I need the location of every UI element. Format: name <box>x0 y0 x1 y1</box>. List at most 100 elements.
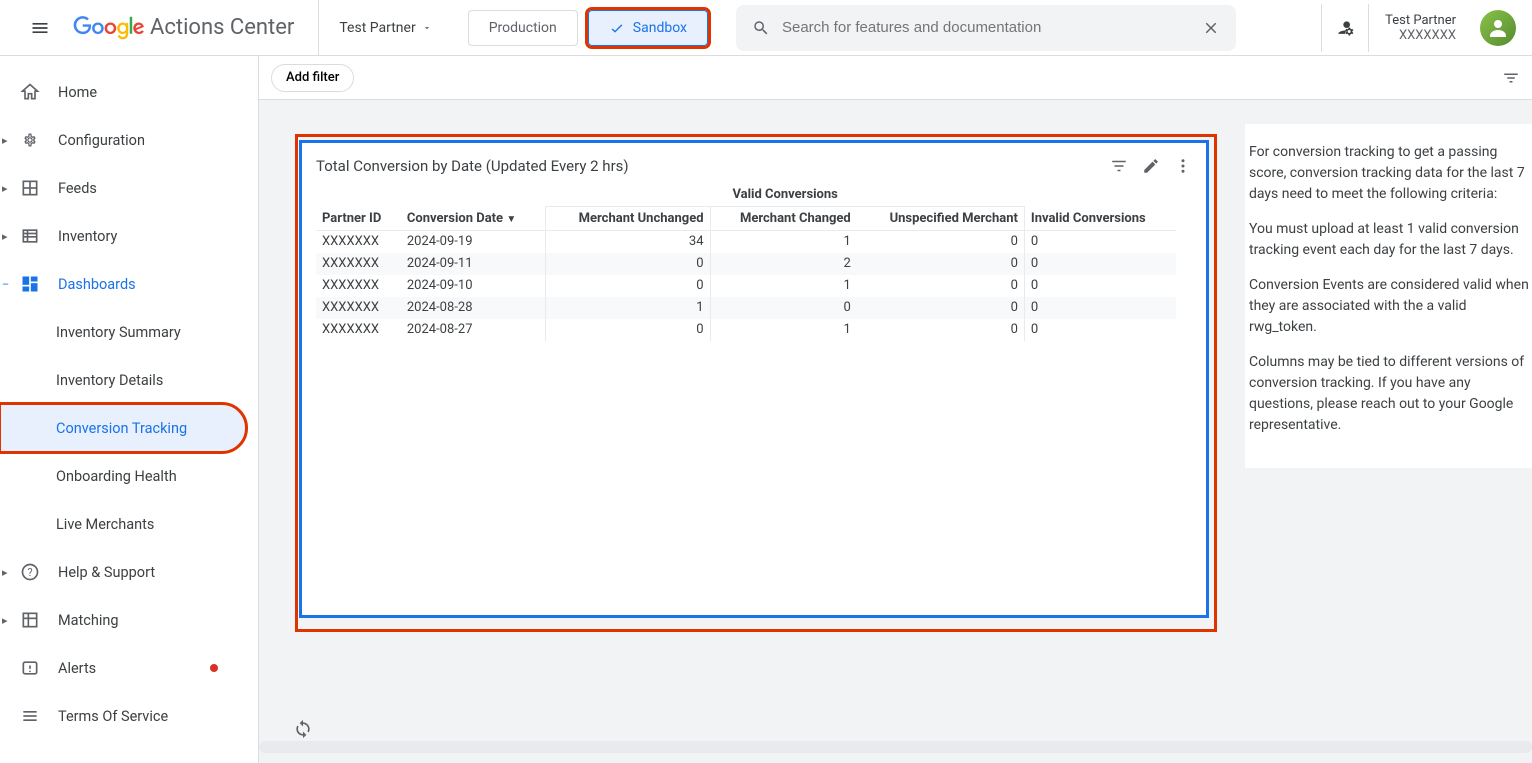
cell-changed: 1 <box>710 275 857 297</box>
hamburger-icon <box>30 18 50 38</box>
cell-unspecified: 0 <box>857 297 1025 319</box>
cell-partner-id: XXXXXXX <box>316 319 401 341</box>
table-row[interactable]: XXXXXXX2024-09-100100 <box>316 275 1176 297</box>
cell-date: 2024-08-28 <box>401 297 546 319</box>
info-text: Conversion Events are considered valid w… <box>1249 275 1532 338</box>
sidebar-item-configuration[interactable]: ▸ Configuration <box>0 116 258 164</box>
chevron-down-icon <box>422 23 432 33</box>
cell-changed: 1 <box>710 231 857 253</box>
svg-text:?: ? <box>27 566 32 579</box>
alert-indicator-dot <box>210 664 218 672</box>
avatar[interactable] <box>1480 10 1516 46</box>
add-filter-button[interactable]: Add filter <box>271 64 354 92</box>
sidebar-item-inventory[interactable]: ▸ Inventory <box>0 212 258 260</box>
sidebar-item-label: Inventory <box>58 228 117 245</box>
sidebar-subitem-inventory-details[interactable]: Inventory Details <box>0 356 258 404</box>
partner-dropdown[interactable]: Test Partner <box>318 0 451 55</box>
column-merchant-changed[interactable]: Merchant Changed <box>710 207 857 231</box>
cell-invalid: 0 <box>1024 275 1176 297</box>
clear-icon[interactable] <box>1202 19 1220 37</box>
menu-button[interactable] <box>16 4 64 52</box>
sidebar-item-tos[interactable]: Terms Of Service <box>0 692 258 740</box>
main-content: Add filter Total Conversion by Date (Upd… <box>258 56 1532 763</box>
filter-list-icon[interactable] <box>1502 69 1520 87</box>
expand-icon: ▸ <box>2 230 18 243</box>
cell-changed: 2 <box>710 253 857 275</box>
table-row[interactable]: XXXXXXX2024-09-110200 <box>316 253 1176 275</box>
sidebar-subitem-onboarding-health[interactable]: Onboarding Health <box>0 452 258 500</box>
sidebar-item-feeds[interactable]: ▸ Feeds <box>0 164 258 212</box>
gear-icon <box>20 130 40 150</box>
sidebar-item-dashboards[interactable]: – Dashboards <box>0 260 258 308</box>
sidebar-item-label: Dashboards <box>58 276 136 293</box>
cell-partner-id: XXXXXXX <box>316 253 401 275</box>
google-logo-icon <box>72 16 146 40</box>
sandbox-button[interactable]: Sandbox <box>588 10 708 46</box>
manage-accounts-icon <box>1335 18 1355 38</box>
search-bar[interactable] <box>736 5 1236 51</box>
environment-switcher: Production Sandbox <box>468 10 708 46</box>
more-vert-icon[interactable] <box>1174 157 1192 175</box>
reload-icon[interactable] <box>293 719 313 739</box>
edit-icon[interactable] <box>1142 157 1160 175</box>
search-icon <box>752 19 770 37</box>
cell-partner-id: XXXXXXX <box>316 297 401 319</box>
filter-icon[interactable] <box>1110 157 1128 175</box>
table-row[interactable]: XXXXXXX2024-08-270100 <box>316 319 1176 341</box>
cell-unchanged: 0 <box>546 319 710 341</box>
product-name: Actions Center <box>150 15 294 40</box>
sidebar-item-label: Terms Of Service <box>58 708 168 725</box>
dashboard-icon <box>20 274 40 294</box>
cell-date: 2024-09-10 <box>401 275 546 297</box>
column-unspecified-merchant[interactable]: Unspecified Merchant <box>857 207 1025 231</box>
cell-invalid: 0 <box>1024 253 1176 275</box>
sidebar-item-matching[interactable]: ▸ Matching <box>0 596 258 644</box>
sidebar-item-label: Feeds <box>58 180 97 197</box>
account-name: Test Partner <box>1385 13 1456 28</box>
column-invalid-conversions[interactable]: Invalid Conversions <box>1024 207 1176 231</box>
collapse-icon: – <box>2 278 18 291</box>
cell-unspecified: 0 <box>857 275 1025 297</box>
table-row[interactable]: XXXXXXX2024-08-281000 <box>316 297 1176 319</box>
sort-desc-icon: ▼ <box>506 214 516 225</box>
manage-users-button[interactable] <box>1321 4 1369 52</box>
inventory-icon <box>20 226 40 246</box>
search-input[interactable] <box>782 19 1190 36</box>
cell-unspecified: 0 <box>857 231 1025 253</box>
account-info: Test Partner XXXXXXX <box>1385 13 1464 43</box>
cell-unchanged: 0 <box>546 253 710 275</box>
expand-icon: ▸ <box>2 134 18 147</box>
sidebar-subitem-inventory-summary[interactable]: Inventory Summary <box>0 308 258 356</box>
cell-date: 2024-09-19 <box>401 231 546 253</box>
account-sub: XXXXXXX <box>1399 28 1456 43</box>
table-row[interactable]: XXXXXXX2024-09-1934100 <box>316 231 1176 253</box>
column-group-valid: Valid Conversions <box>546 183 1024 207</box>
sidebar-subitem-live-merchants[interactable]: Live Merchants <box>0 500 258 548</box>
person-icon <box>1486 16 1510 40</box>
sidebar-item-home[interactable]: Home <box>0 68 258 116</box>
chart-panel: Total Conversion by Date (Updated Every … <box>299 140 1209 618</box>
sidebar-item-alerts[interactable]: Alerts <box>0 644 258 692</box>
sidebar-item-label: Configuration <box>58 132 145 149</box>
cell-invalid: 0 <box>1024 231 1176 253</box>
header: Actions Center Test Partner Production S… <box>0 0 1532 56</box>
grid-icon <box>20 178 40 198</box>
home-icon <box>20 82 40 102</box>
column-conversion-date[interactable]: Conversion Date ▼ <box>401 207 546 231</box>
sidebar-subitem-conversion-tracking[interactable]: Conversion Tracking <box>0 404 246 452</box>
production-button[interactable]: Production <box>468 10 578 46</box>
cell-changed: 1 <box>710 319 857 341</box>
expand-icon: ▸ <box>2 566 18 579</box>
matching-icon <box>20 610 40 630</box>
filter-bar: Add filter <box>259 56 1532 100</box>
column-partner-id[interactable]: Partner ID <box>316 207 401 231</box>
horizontal-scrollbar[interactable] <box>259 741 1532 753</box>
conversion-table: Valid Conversions Partner ID Conversion … <box>316 183 1176 341</box>
info-text: You must upload at least 1 valid convers… <box>1249 219 1532 261</box>
partner-dropdown-label: Test Partner <box>339 20 415 36</box>
logo[interactable]: Actions Center <box>72 15 294 40</box>
help-icon: ? <box>20 562 40 582</box>
sidebar-item-help[interactable]: ▸ ? Help & Support <box>0 548 258 596</box>
column-merchant-unchanged[interactable]: Merchant Unchanged <box>546 207 710 231</box>
sidebar: Home ▸ Configuration ▸ Feeds ▸ Inventory… <box>0 56 258 763</box>
